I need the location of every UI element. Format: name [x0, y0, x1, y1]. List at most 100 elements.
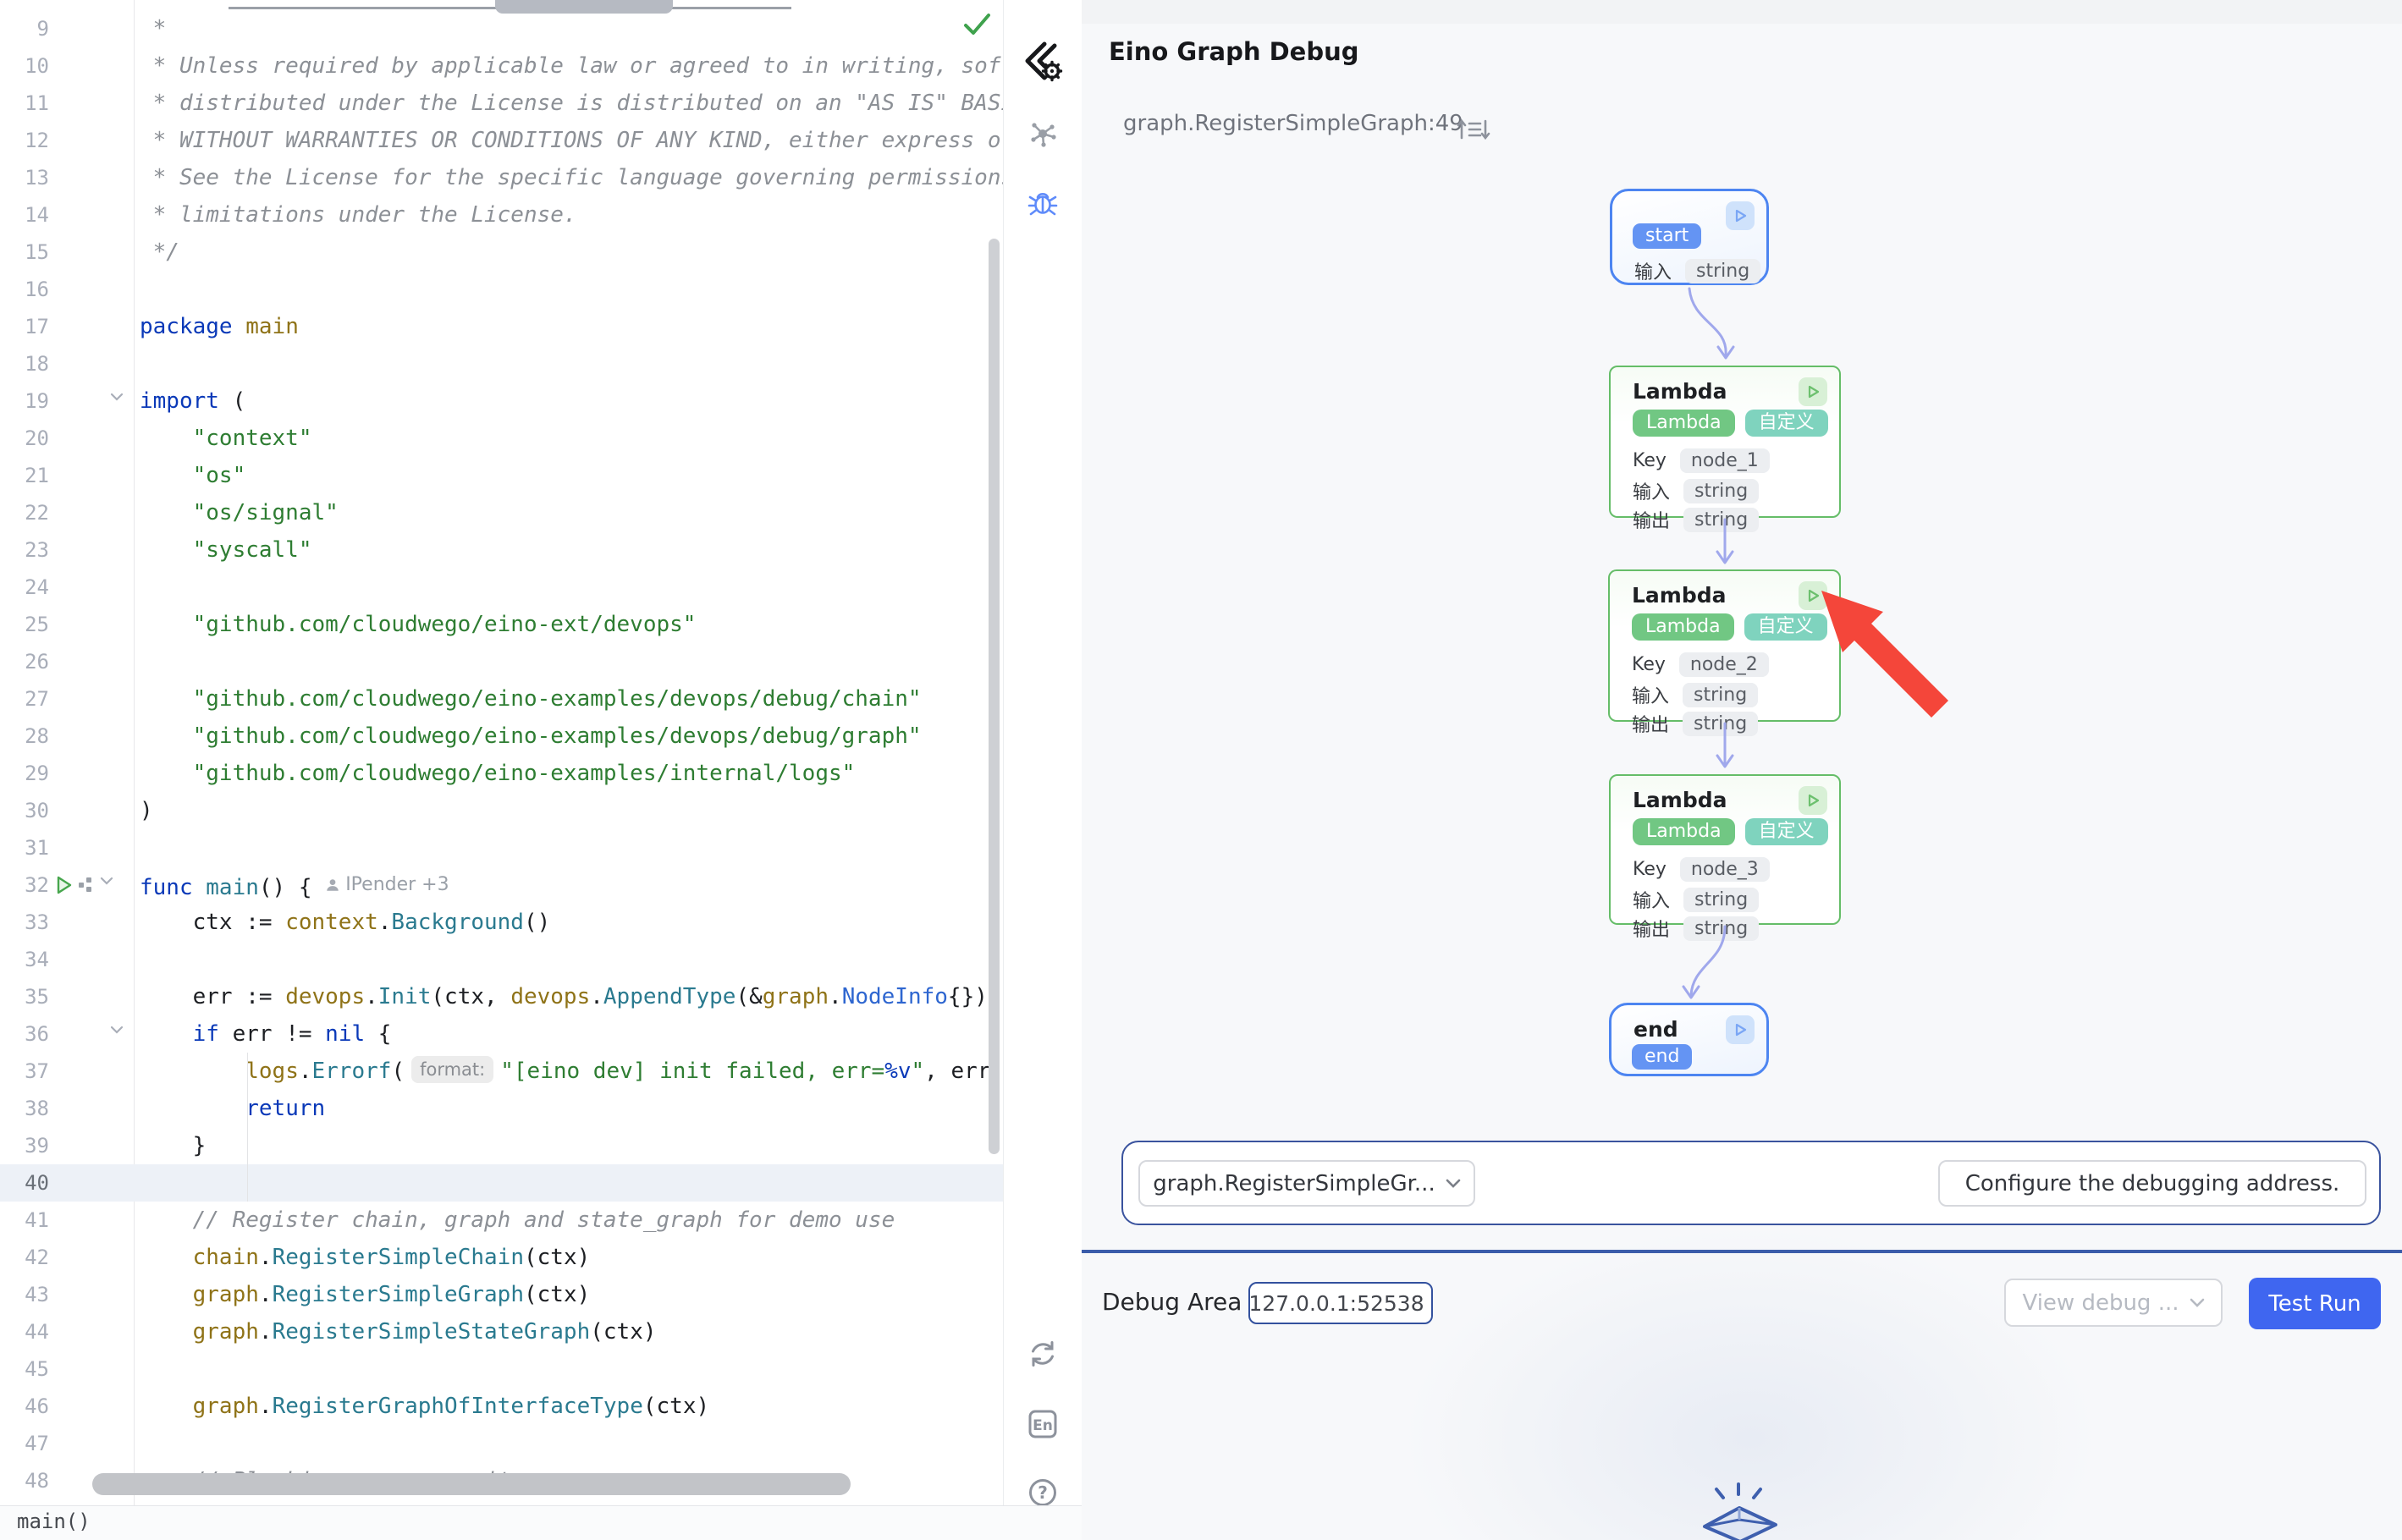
editor-vertical-scrollbar[interactable]: [989, 239, 1000, 1154]
code-line-23[interactable]: 23 "syscall": [0, 531, 1003, 569]
line-number[interactable]: 41: [0, 1202, 49, 1239]
code-line-40[interactable]: 40: [0, 1164, 1003, 1202]
node-run-button[interactable]: [1726, 201, 1755, 230]
line-number[interactable]: 43: [0, 1276, 49, 1313]
stack-order-icon[interactable]: [1456, 117, 1491, 142]
node-run-button[interactable]: [1799, 581, 1827, 610]
code-author-hint[interactable]: IPender +3: [325, 866, 449, 904]
code-line-41[interactable]: 41 // Register chain, graph and state_gr…: [0, 1202, 1003, 1239]
line-number[interactable]: 11: [0, 85, 49, 122]
code-line-39[interactable]: 39 }: [0, 1127, 1003, 1164]
code-line-30[interactable]: 30): [0, 792, 1003, 829]
line-number[interactable]: 34: [0, 941, 49, 978]
code-line-13[interactable]: 13 * See the License for the specific la…: [0, 159, 1003, 196]
line-number[interactable]: 30: [0, 792, 49, 829]
graph-nodes-icon[interactable]: [1027, 118, 1058, 149]
help-icon[interactable]: ?: [1026, 1476, 1060, 1510]
code-line-32[interactable]: 32func main() { IPender +3: [0, 866, 1003, 904]
code-line-14[interactable]: 14 * limitations under the License.: [0, 196, 1003, 234]
node-run-button[interactable]: [1799, 377, 1827, 406]
code-line-43[interactable]: 43 graph.RegisterSimpleGraph(ctx): [0, 1276, 1003, 1313]
line-number[interactable]: 14: [0, 196, 49, 234]
line-number[interactable]: 26: [0, 643, 49, 680]
code-line-38[interactable]: 38 return: [0, 1090, 1003, 1127]
line-number[interactable]: 44: [0, 1313, 49, 1350]
view-debug-dropdown[interactable]: View debug ...: [2004, 1279, 2223, 1327]
code-line-16[interactable]: 16: [0, 271, 1003, 308]
code-line-42[interactable]: 42 chain.RegisterSimpleChain(ctx): [0, 1239, 1003, 1276]
language-en-icon[interactable]: En: [1026, 1407, 1060, 1441]
code-line-9[interactable]: 9 *: [0, 10, 1003, 47]
code-line-25[interactable]: 25 "github.com/cloudwego/eino-ext/devops…: [0, 606, 1003, 643]
line-number[interactable]: 48: [0, 1462, 49, 1499]
code-line-47[interactable]: 47: [0, 1425, 1003, 1462]
code-line-34[interactable]: 34: [0, 941, 1003, 978]
line-number[interactable]: 38: [0, 1090, 49, 1127]
code-line-36[interactable]: 36 if err != nil {: [0, 1015, 1003, 1053]
line-number[interactable]: 47: [0, 1425, 49, 1462]
line-number[interactable]: 16: [0, 271, 49, 308]
test-run-button[interactable]: Test Run: [2249, 1278, 2381, 1329]
line-number[interactable]: 19: [0, 382, 49, 420]
node-run-button[interactable]: [1726, 1015, 1755, 1044]
code-line-31[interactable]: 31: [0, 829, 1003, 866]
refresh-icon[interactable]: [1026, 1337, 1060, 1371]
code-line-33[interactable]: 33 ctx := context.Background(): [0, 904, 1003, 941]
line-number[interactable]: 22: [0, 494, 49, 531]
node-run-button[interactable]: [1799, 786, 1827, 815]
configure-address-button[interactable]: Configure the debugging address.: [1938, 1160, 2366, 1207]
code-line-11[interactable]: 11 * distributed under the License is di…: [0, 85, 1003, 122]
code-line-22[interactable]: 22 "os/signal": [0, 494, 1003, 531]
line-number[interactable]: 27: [0, 680, 49, 718]
line-number[interactable]: 40: [0, 1164, 49, 1202]
line-number[interactable]: 31: [0, 829, 49, 866]
code-line-15[interactable]: 15 */: [0, 234, 1003, 271]
code-line-29[interactable]: 29 "github.com/cloudwego/eino-examples/i…: [0, 755, 1003, 792]
line-number[interactable]: 32: [0, 866, 49, 904]
line-number[interactable]: 37: [0, 1053, 49, 1090]
code-line-12[interactable]: 12 * WITHOUT WARRANTIES OR CONDITIONS OF…: [0, 122, 1003, 159]
code-line-45[interactable]: 45: [0, 1350, 1003, 1388]
line-number[interactable]: 9: [0, 10, 49, 47]
code-line-37[interactable]: 37 logs.Errorf(format:"[eino dev] init f…: [0, 1053, 1003, 1090]
code-line-10[interactable]: 10 * Unless required by applicable law o…: [0, 47, 1003, 85]
graph-node-node_3[interactable]: LambdaLambda自定义Keynode_3输入string输出string: [1609, 774, 1841, 925]
code-line-24[interactable]: 24: [0, 569, 1003, 606]
code-line-26[interactable]: 26: [0, 643, 1003, 680]
code-line-44[interactable]: 44 graph.RegisterSimpleStateGraph(ctx): [0, 1313, 1003, 1350]
line-number[interactable]: 36: [0, 1015, 49, 1053]
editor-horizontal-scrollbar[interactable]: [92, 1473, 851, 1495]
line-number[interactable]: 23: [0, 531, 49, 569]
code-line-21[interactable]: 21 "os": [0, 457, 1003, 494]
code-line-27[interactable]: 27 "github.com/cloudwego/eino-examples/d…: [0, 680, 1003, 718]
line-number[interactable]: 35: [0, 978, 49, 1015]
line-number[interactable]: 12: [0, 122, 49, 159]
line-number[interactable]: 45: [0, 1350, 49, 1388]
graph-node-end[interactable]: endend: [1609, 1003, 1769, 1076]
graph-node-node_1[interactable]: LambdaLambda自定义Keynode_1输入string输出string: [1609, 366, 1841, 518]
line-number[interactable]: 33: [0, 904, 49, 941]
line-number[interactable]: 42: [0, 1239, 49, 1276]
line-number[interactable]: 17: [0, 308, 49, 345]
graph-breadcrumb[interactable]: graph.RegisterSimpleGraph:49: [1123, 111, 1463, 136]
line-number[interactable]: 25: [0, 606, 49, 643]
line-number[interactable]: 20: [0, 420, 49, 457]
code-line-20[interactable]: 20 "context": [0, 420, 1003, 457]
graph-node-start[interactable]: start输入string: [1610, 189, 1769, 285]
debug-bug-icon[interactable]: [1027, 186, 1059, 218]
debug-address-pill[interactable]: 127.0.0.1:52538: [1248, 1282, 1433, 1324]
line-number[interactable]: 21: [0, 457, 49, 494]
graph-select-dropdown[interactable]: graph.RegisterSimpleGr...: [1138, 1160, 1475, 1207]
line-number[interactable]: 24: [0, 569, 49, 606]
line-number[interactable]: 10: [0, 47, 49, 85]
code-line-46[interactable]: 46 graph.RegisterGraphOfInterfaceType(ct…: [0, 1388, 1003, 1425]
code-line-18[interactable]: 18: [0, 345, 1003, 382]
code-line-19[interactable]: 19import (: [0, 382, 1003, 420]
line-number[interactable]: 46: [0, 1388, 49, 1425]
line-number[interactable]: 13: [0, 159, 49, 196]
line-number[interactable]: 29: [0, 755, 49, 792]
line-number[interactable]: 18: [0, 345, 49, 382]
line-number[interactable]: 28: [0, 718, 49, 755]
code-line-17[interactable]: 17package main: [0, 308, 1003, 345]
graph-node-node_2[interactable]: LambdaLambda自定义Keynode_2输入string输出string: [1608, 569, 1841, 722]
